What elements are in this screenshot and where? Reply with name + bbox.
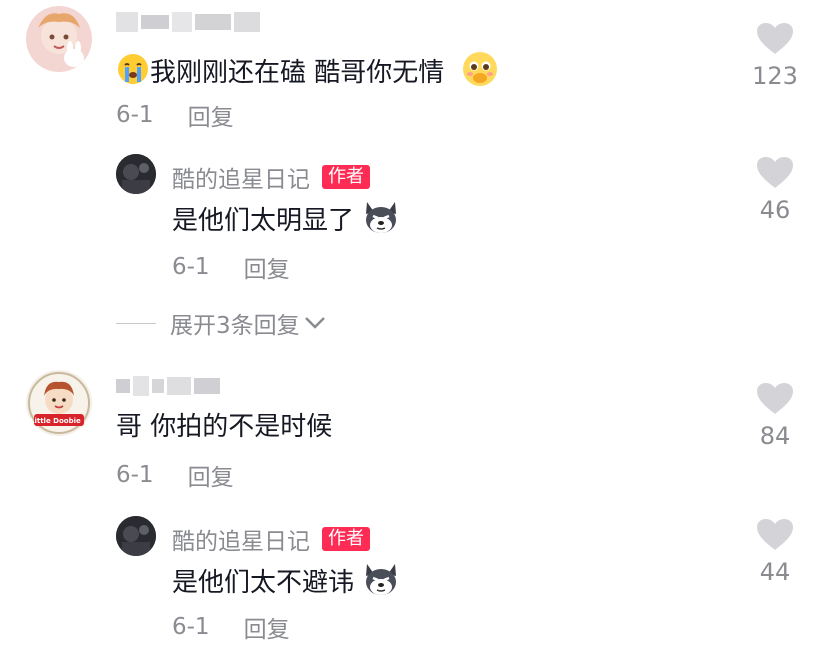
reply-button[interactable]: 回复 (188, 458, 234, 492)
author-badge: 作者 (322, 165, 370, 189)
commenter-avatar[interactable] (26, 6, 92, 72)
comment-meta: 6-1 回复 (116, 98, 234, 132)
comment-meta: 6-1 回复 (116, 458, 234, 492)
author-avatar[interactable] (116, 154, 156, 194)
like-count: 44 (759, 558, 791, 586)
chevron-down-icon[interactable] (304, 316, 326, 330)
reply-date: 6-1 (172, 614, 210, 640)
like-count: 123 (752, 62, 798, 90)
reply-meta: 6-1 回复 (172, 610, 290, 644)
reply-text: 是他们太明显了 (172, 198, 400, 245)
like-button[interactable]: 84 (750, 382, 800, 450)
divider-line (116, 322, 156, 324)
reply-button[interactable]: 回复 (244, 610, 290, 644)
like-count: 84 (759, 422, 791, 450)
comment-text: 我刚刚还在磕 酷哥你无情 (116, 50, 499, 97)
comment-date: 6-1 (116, 102, 154, 128)
heart-icon[interactable] (750, 518, 800, 552)
expand-replies-button[interactable]: 展开3条回复 (116, 306, 326, 340)
crying-face-icon (116, 52, 150, 95)
comment-date: 6-1 (116, 462, 154, 488)
reply-date: 6-1 (172, 254, 210, 280)
like-button[interactable]: 46 (750, 156, 800, 224)
reply-meta: 6-1 回复 (172, 250, 290, 284)
heart-icon[interactable] (750, 382, 800, 416)
pleading-face-icon (461, 50, 499, 97)
author-badge: 作者 (322, 527, 370, 551)
commenter-avatar[interactable] (26, 370, 92, 436)
commenter-name-blurred[interactable] (116, 12, 260, 32)
comment-text: 哥 你拍的不是时候 (116, 412, 333, 442)
husky-dog-icon (362, 198, 400, 245)
heart-icon[interactable] (750, 156, 800, 190)
like-button[interactable]: 123 (750, 22, 800, 90)
husky-dog-icon (362, 560, 400, 607)
heart-icon[interactable] (750, 22, 800, 56)
reply-text: 是他们太不避讳 (172, 560, 400, 607)
reply-author[interactable]: 酷的追星日记 作者 (172, 522, 370, 556)
avatar-logo-text: Little Doobie (30, 417, 81, 425)
like-button[interactable]: 44 (750, 518, 800, 586)
reply-author[interactable]: 酷的追星日记 作者 (172, 160, 370, 194)
author-avatar[interactable] (116, 516, 156, 556)
reply-button[interactable]: 回复 (244, 250, 290, 284)
reply-button[interactable]: 回复 (188, 98, 234, 132)
commenter-name-blurred[interactable] (116, 376, 220, 396)
like-count: 46 (759, 196, 791, 224)
